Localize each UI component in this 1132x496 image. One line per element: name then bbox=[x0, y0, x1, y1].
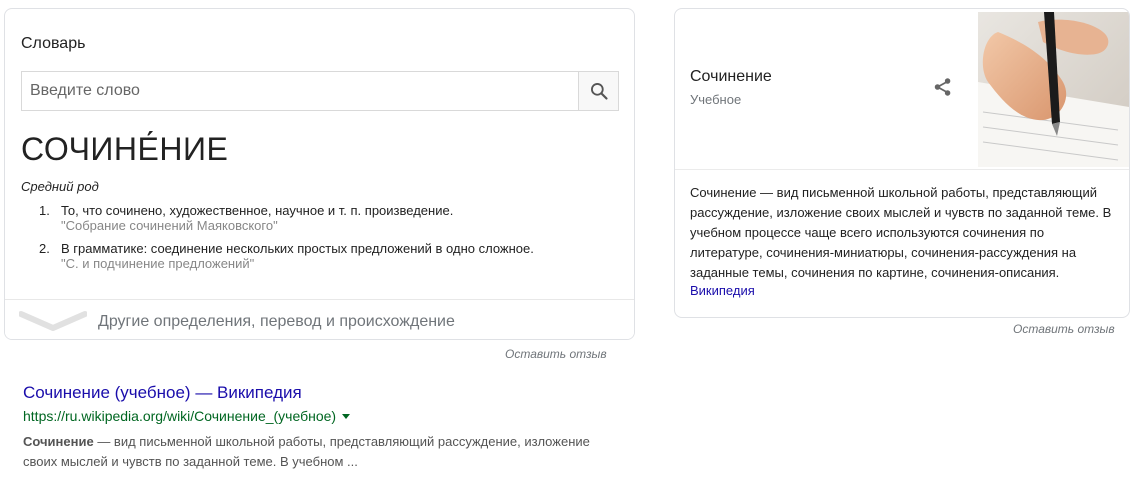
definition-item: 1. То, что сочинено, художественное, нау… bbox=[39, 203, 599, 233]
dictionary-search-box bbox=[21, 71, 619, 111]
chevron-down-icon bbox=[19, 311, 87, 331]
dictionary-card: Словарь СОЧИНЕ́НИЕ Средний род 1. То, чт… bbox=[4, 8, 635, 340]
search-result: Сочинение (учебное) — Википедия https://… bbox=[23, 382, 623, 472]
dictionary-feedback-link[interactable]: Оставить отзыв bbox=[505, 347, 607, 361]
search-result-url-row: https://ru.wikipedia.org/wiki/Сочинение_… bbox=[23, 407, 623, 425]
knowledge-panel-feedback-link[interactable]: Оставить отзыв bbox=[1013, 322, 1115, 336]
definition-text: В грамматике: соединение нескольких прос… bbox=[61, 241, 534, 256]
grammatical-gender: Средний род bbox=[21, 179, 99, 194]
knowledge-panel-subtitle: Учебное bbox=[690, 92, 742, 107]
headword: СОЧИНЕ́НИЕ bbox=[21, 131, 229, 167]
dictionary-title: Словарь bbox=[21, 35, 86, 52]
search-result-snippet: Сочинение — вид письменной школьной рабо… bbox=[23, 432, 603, 472]
definition-number: 2. bbox=[39, 241, 50, 256]
share-icon[interactable] bbox=[932, 76, 954, 98]
dictionary-search-input[interactable] bbox=[22, 72, 578, 110]
definition-text: То, что сочинено, художественное, научно… bbox=[61, 203, 454, 218]
definition-example: "Собрание сочинений Маяковского" bbox=[61, 218, 278, 233]
writing-hand-photo bbox=[978, 12, 1129, 167]
search-result-title-link[interactable]: Сочинение (учебное) — Википедия bbox=[23, 382, 623, 404]
definition-example: "С. и подчинение предложений" bbox=[61, 256, 255, 271]
knowledge-panel-description: Сочинение — вид письменной школьной рабо… bbox=[690, 185, 1112, 280]
knowledge-panel-divider bbox=[675, 169, 1129, 170]
snippet-highlight: Сочинение bbox=[23, 434, 94, 449]
definition-number: 1. bbox=[39, 203, 50, 218]
more-definitions-toggle[interactable]: Другие определения, перевод и происхожде… bbox=[5, 299, 634, 339]
url-dropdown-arrow-icon[interactable] bbox=[342, 413, 351, 419]
knowledge-panel-title: Сочинение bbox=[690, 68, 772, 85]
dictionary-search-button[interactable] bbox=[578, 72, 618, 110]
definitions-list: 1. То, что сочинено, художественное, нау… bbox=[39, 203, 599, 279]
knowledge-panel-source-link[interactable]: Википедия bbox=[690, 283, 755, 298]
more-definitions-label: Другие определения, перевод и происхожде… bbox=[98, 313, 455, 330]
search-result-url: https://ru.wikipedia.org/wiki/Сочинение_… bbox=[23, 408, 337, 424]
knowledge-panel-image[interactable] bbox=[978, 12, 1129, 167]
knowledge-panel: Сочинение Учебное Сочинение — вид письме… bbox=[674, 8, 1130, 318]
snippet-text: — вид письменной школьной работы, предст… bbox=[23, 434, 590, 469]
search-icon bbox=[590, 83, 608, 100]
definition-item: 2. В грамматике: соединение нескольких п… bbox=[39, 241, 599, 271]
